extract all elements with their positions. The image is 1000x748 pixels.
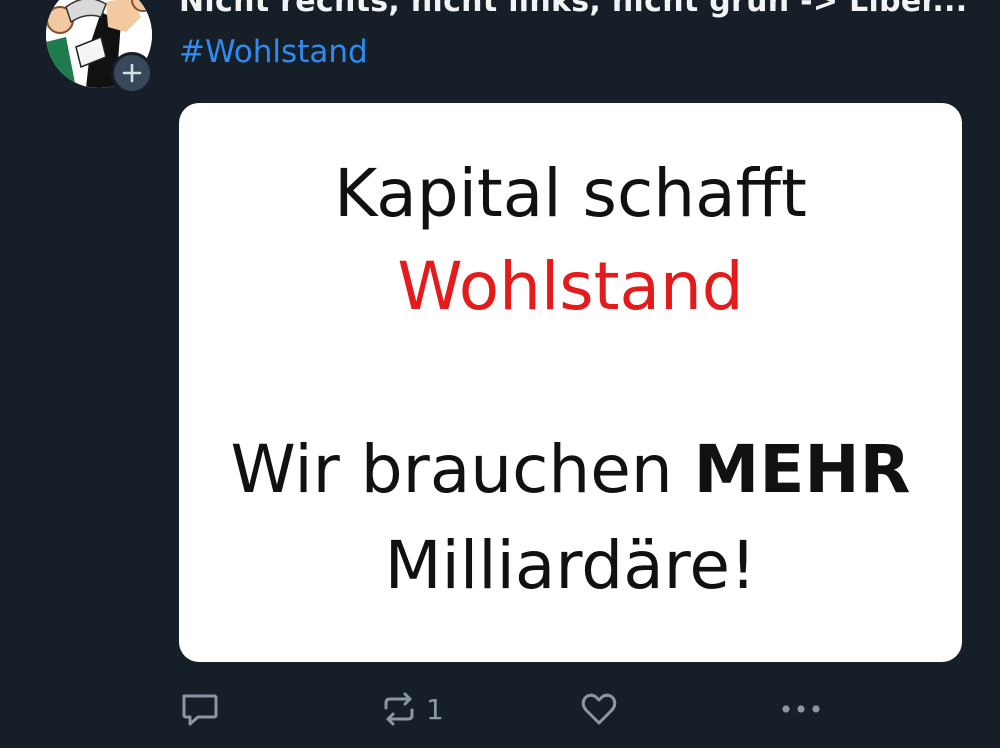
comment-icon bbox=[182, 694, 218, 726]
image-text-line-3-normal: Wir brauchen bbox=[230, 431, 694, 508]
image-text-line-2: Wohlstand bbox=[397, 248, 744, 325]
image-text-line-3-bold: MEHR bbox=[693, 431, 911, 508]
author-display-name[interactable]: Nicht rechts, nicht links, nicht grün ->… bbox=[179, 0, 967, 19]
hashtag-link[interactable]: #Wohlstand bbox=[179, 34, 368, 70]
like-button[interactable] bbox=[578, 686, 620, 732]
feed-post: Nicht rechts, nicht links, nicht grün ->… bbox=[0, 0, 1000, 748]
heart-icon bbox=[581, 693, 617, 725]
repost-icon bbox=[384, 692, 414, 726]
post-timestamp[interactable]: 2d bbox=[977, 0, 979, 19]
post-header: Nicht rechts, nicht links, nicht grün ->… bbox=[179, 0, 979, 24]
ellipsis-icon bbox=[782, 705, 820, 713]
follow-button[interactable] bbox=[111, 52, 153, 94]
repost-button[interactable]: 1 bbox=[378, 686, 444, 732]
reply-button[interactable] bbox=[178, 686, 220, 732]
plus-icon bbox=[122, 63, 142, 83]
more-options-button[interactable] bbox=[778, 686, 824, 732]
repost-count: 1 bbox=[426, 692, 444, 726]
image-text-line-1: Kapital schafft bbox=[334, 155, 807, 232]
post-action-bar: 1 bbox=[0, 686, 1000, 736]
post-image[interactable]: Kapital schafft Wohlstand Wir brauchen M… bbox=[179, 103, 962, 662]
image-text-line-3: Wir brauchen MEHR bbox=[179, 431, 962, 508]
image-text-line-4: Milliardäre! bbox=[384, 527, 757, 604]
